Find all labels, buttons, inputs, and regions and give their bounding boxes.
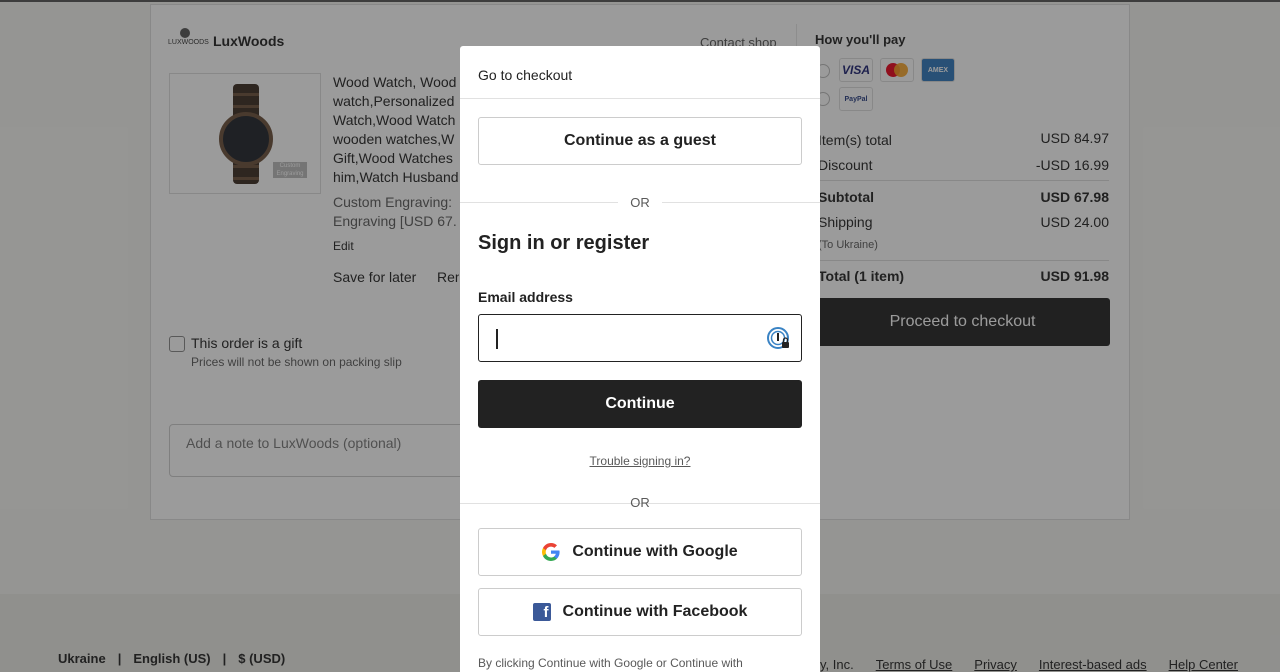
checkout-modal: Go to checkout Continue as a guest OR Si… [460,46,820,672]
trouble-signing-in-link[interactable]: Trouble signing in? [460,454,820,468]
password-manager-icon[interactable] [767,327,791,351]
facebook-label: Continue with Facebook [562,603,748,620]
or-label: OR [630,495,650,510]
google-label: Continue with Google [572,543,738,560]
continue-button[interactable]: Continue [478,380,802,428]
google-icon [542,543,560,561]
facebook-icon: f [532,603,551,621]
signin-title: Sign in or register [478,232,650,254]
legal-text: By clicking Continue with Google or Cont… [478,656,743,670]
email-label: Email address [478,289,573,305]
email-field[interactable] [478,314,802,362]
continue-as-guest-button[interactable]: Continue as a guest [478,117,802,165]
or-divider: OR [460,495,820,511]
modal-title: Go to checkout [478,67,573,83]
continue-with-facebook-button[interactable]: f Continue with Facebook [478,588,802,636]
modal-header: Go to checkout [460,46,820,99]
text-caret [496,329,498,349]
continue-with-google-button[interactable]: Continue with Google [478,528,802,576]
or-divider: OR [460,195,820,211]
or-label: OR [630,195,650,210]
